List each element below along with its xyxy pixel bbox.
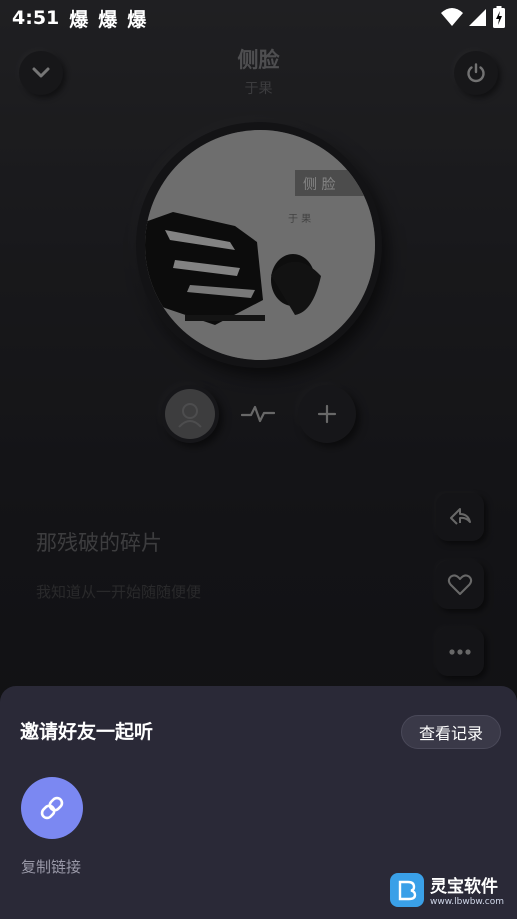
notification-icon: 爆 <box>69 8 89 31</box>
status-time: 4:51 <box>12 7 60 29</box>
link-icon <box>40 796 64 820</box>
wifi-icon <box>441 8 463 26</box>
watermark-url: www.lbwbw.com <box>430 897 505 907</box>
signal-icon <box>469 9 486 26</box>
watermark-logo <box>390 872 424 907</box>
view-history-button[interactable]: 查看记录 <box>401 715 501 749</box>
status-bar: 4:51 爆 爆 爆 <box>0 0 517 36</box>
watermark: 灵宝软件 www.lbwbw.com <box>390 872 504 907</box>
battery-icon <box>493 6 505 28</box>
watermark-name: 灵宝软件 <box>430 877 498 897</box>
status-indicators <box>441 6 505 28</box>
copy-link-label: 复制链接 <box>21 858 82 876</box>
logo-icon <box>398 880 417 900</box>
notification-icon: 爆 <box>127 8 147 31</box>
notification-icon: 爆 <box>98 8 118 31</box>
sheet-title: 邀请好友一起听 <box>20 721 154 743</box>
copy-link-button[interactable] <box>21 777 83 839</box>
